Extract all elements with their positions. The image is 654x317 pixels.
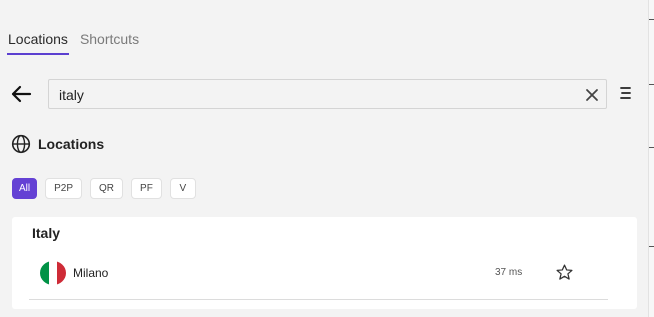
tab-locations[interactable]: Locations bbox=[7, 28, 69, 55]
app-window: Locations Shortcuts Locations All P2P QR… bbox=[0, 0, 654, 317]
filter-chips: All P2P QR PF V bbox=[12, 178, 196, 199]
favorite-star-icon[interactable] bbox=[555, 263, 574, 282]
filter-p2p[interactable]: P2P bbox=[45, 178, 83, 199]
filter-v[interactable]: V bbox=[169, 178, 196, 199]
filter-pf[interactable]: PF bbox=[131, 178, 162, 199]
results-card: Italy Milano 37 ms bbox=[12, 217, 637, 309]
italy-flag-icon bbox=[40, 261, 66, 285]
filter-all[interactable]: All bbox=[12, 178, 38, 199]
country-group-title: Italy bbox=[32, 225, 61, 241]
search-box bbox=[48, 79, 607, 109]
section-title: Locations bbox=[38, 136, 105, 152]
globe-icon bbox=[11, 134, 31, 154]
row-divider bbox=[29, 299, 608, 300]
latency-value: 37 ms bbox=[495, 267, 523, 278]
filter-qr[interactable]: QR bbox=[90, 178, 124, 199]
back-button[interactable] bbox=[9, 82, 33, 106]
clear-search-icon[interactable] bbox=[584, 87, 600, 103]
arrow-left-icon bbox=[11, 85, 32, 103]
city-name: Milano bbox=[73, 266, 109, 280]
location-row-milano[interactable]: Milano 37 ms bbox=[12, 255, 637, 291]
search-input[interactable] bbox=[57, 84, 577, 106]
section-header: Locations bbox=[11, 134, 104, 154]
menu-icon[interactable] bbox=[619, 85, 633, 101]
scrollbar-track[interactable] bbox=[648, 0, 654, 317]
tab-bar: Locations Shortcuts bbox=[7, 28, 140, 55]
tab-shortcuts[interactable]: Shortcuts bbox=[79, 28, 140, 55]
